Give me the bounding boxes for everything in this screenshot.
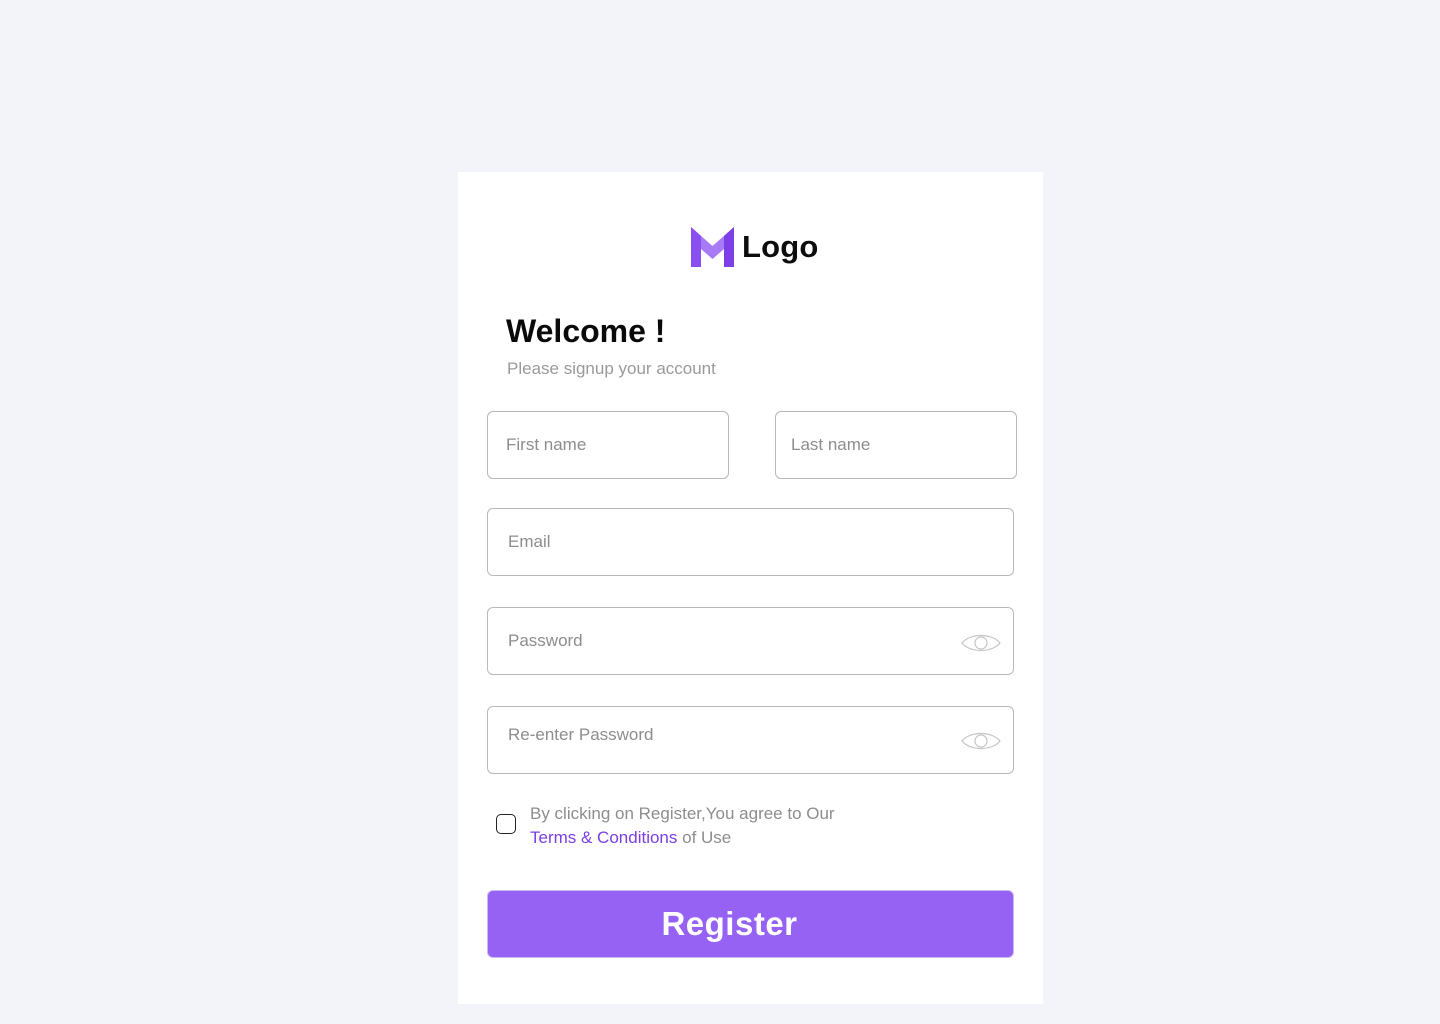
terms-text: By clicking on Register,You agree to Our… [530,802,835,850]
register-button[interactable]: Register [487,890,1014,958]
confirm-password-field-wrapper [487,706,1014,774]
eye-icon[interactable] [960,631,1002,655]
last-name-field-wrapper [775,411,1017,479]
email-input[interactable] [488,509,1013,575]
terms-checkbox[interactable] [496,814,516,834]
page-title: Welcome ! [506,313,666,349]
terms-link[interactable]: Terms & Conditions [530,828,677,847]
terms-line1: By clicking on Register,You agree to Our [530,804,835,823]
password-field-wrapper [487,607,1014,675]
email-field-wrapper [487,508,1014,576]
terms-agreement: By clicking on Register,You agree to Our… [496,802,1016,854]
m-logo-icon [691,227,734,267]
last-name-input[interactable] [776,412,1016,478]
brand-name: Logo [742,229,819,264]
page-subtitle: Please signup your account [507,359,716,378]
first-name-field-wrapper [487,411,729,479]
eye-icon[interactable] [960,729,1002,753]
confirm-password-input[interactable] [488,707,1013,773]
first-name-input[interactable] [488,412,728,478]
signup-card: Logo Welcome ! Please signup your accoun… [458,172,1043,1004]
brand-logo: Logo [691,226,819,268]
terms-suffix: of Use [677,828,732,847]
password-input[interactable] [488,608,1013,674]
